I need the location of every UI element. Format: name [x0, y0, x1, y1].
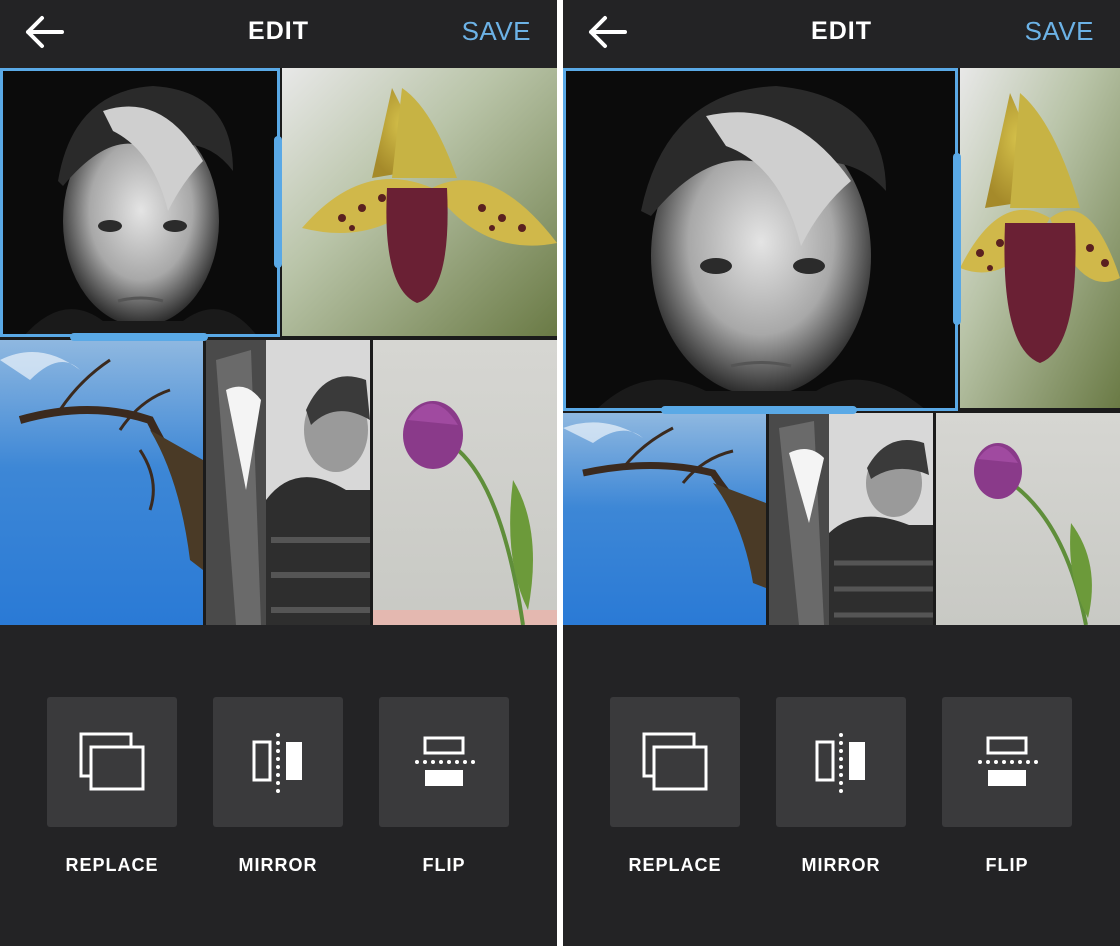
save-button[interactable]: SAVE [462, 16, 531, 47]
flip-button[interactable] [942, 697, 1072, 827]
collage-canvas [0, 68, 557, 625]
flip-label: FLIP [422, 855, 466, 875]
replace-button[interactable] [47, 697, 177, 827]
replace-icon [642, 732, 708, 791]
save-button[interactable]: SAVE [1025, 16, 1094, 47]
flip-label: FLIP [985, 855, 1029, 875]
resize-handle-vertical[interactable] [274, 136, 282, 268]
flip-icon [978, 736, 1038, 786]
flip-button[interactable] [379, 697, 509, 827]
mirror-button[interactable] [776, 697, 906, 827]
photo-portrait[interactable] [566, 71, 955, 410]
photo-tulip[interactable] [936, 413, 1120, 625]
tool-panel: REPLACE MIRROR FLIP [0, 625, 557, 946]
tool-panel: REPLACE MIRROR FLIP [563, 625, 1120, 946]
photo-tree-sky[interactable] [0, 340, 203, 625]
screen-left: EDIT SAVE REPLACE MIRROR FLIP [0, 0, 557, 946]
top-bar: EDIT SAVE [0, 0, 557, 68]
replace-label: REPLACE [628, 855, 722, 875]
flip-icon [415, 736, 475, 786]
photo-tulip[interactable] [373, 340, 557, 625]
mirror-button[interactable] [213, 697, 343, 827]
resize-handle-horizontal[interactable] [70, 333, 208, 341]
photo-orchid[interactable] [282, 68, 557, 336]
mirror-icon [252, 733, 302, 793]
top-bar: EDIT SAVE [563, 0, 1120, 68]
replace-label: REPLACE [65, 855, 159, 875]
mirror-label: MIRROR [238, 855, 318, 875]
photo-orchid[interactable] [960, 68, 1120, 408]
photo-portrait[interactable] [3, 71, 277, 337]
photo-boy-tree[interactable] [769, 413, 933, 625]
photo-boy-tree[interactable] [206, 340, 370, 625]
screen-right: EDIT SAVE REPLACE MIRROR FLIP [563, 0, 1120, 946]
mirror-label: MIRROR [801, 855, 881, 875]
photo-tree-sky[interactable] [563, 413, 766, 625]
resize-handle-horizontal[interactable] [661, 406, 857, 414]
mirror-icon [815, 733, 865, 793]
resize-handle-vertical[interactable] [953, 153, 961, 325]
replace-icon [79, 732, 145, 791]
replace-button[interactable] [610, 697, 740, 827]
collage-canvas [563, 68, 1120, 625]
